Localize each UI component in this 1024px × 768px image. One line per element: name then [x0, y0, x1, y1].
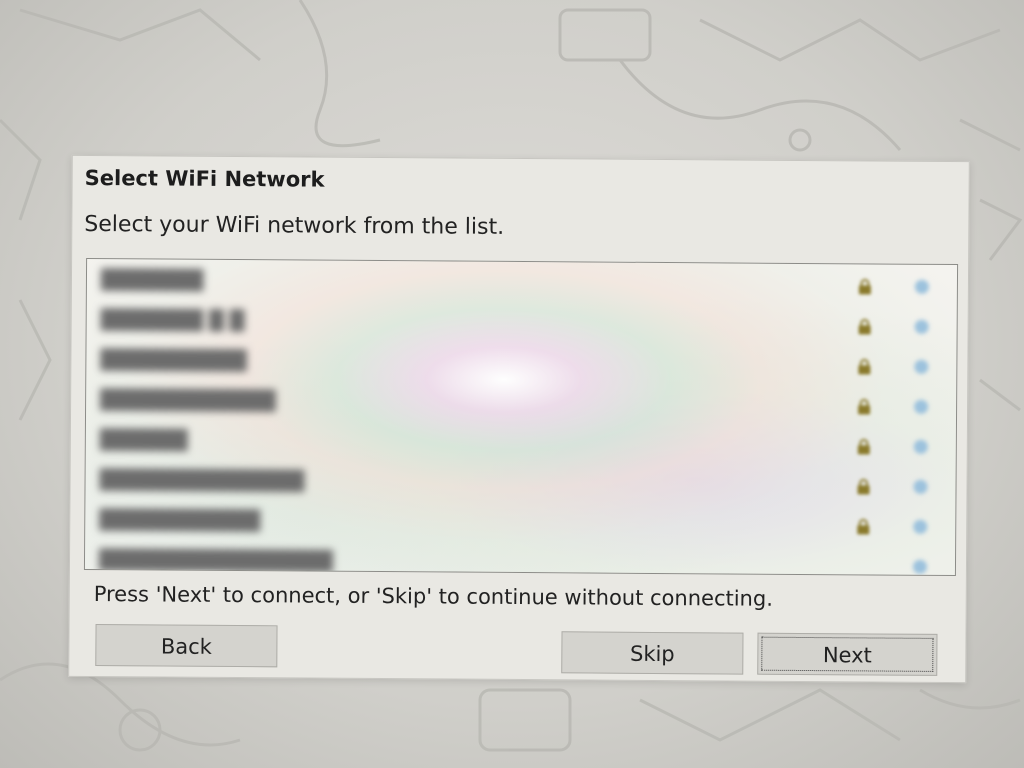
wifi-signal-icon — [913, 519, 928, 534]
wifi-signal-icon — [914, 319, 929, 334]
network-row[interactable]: ██████████ — [86, 341, 956, 387]
network-name: ███████ — [100, 269, 204, 292]
wifi-signal-icon — [913, 439, 928, 454]
wifi-signal-icon — [914, 279, 929, 294]
wifi-signal-icon — [912, 559, 928, 574]
wifi-signal-icon — [914, 399, 929, 414]
network-name: ██████ — [99, 429, 188, 452]
skip-button[interactable]: Skip — [561, 631, 744, 675]
network-row[interactable]: ███████ — [87, 261, 957, 307]
network-row[interactable]: ██████████████ — [85, 461, 955, 507]
dialog-title: Select WiFi Network — [84, 165, 325, 192]
network-row[interactable]: ████████████████ — [85, 541, 955, 576]
lock-icon — [857, 478, 870, 495]
lock-icon — [858, 318, 871, 335]
network-row[interactable]: ██████ — [86, 421, 956, 467]
network-name: ██████████ — [100, 349, 247, 373]
network-name: ███████████ — [99, 509, 261, 533]
network-row[interactable]: ███████████ — [85, 501, 955, 547]
wifi-signal-icon — [913, 479, 928, 494]
next-button[interactable]: Next — [757, 632, 938, 676]
network-name: ████████████████ — [98, 549, 333, 573]
back-button[interactable]: Back — [95, 624, 278, 668]
network-row[interactable]: ███████ █ █ — [87, 301, 957, 347]
network-row[interactable]: ████████████ — [86, 381, 956, 427]
lock-icon — [857, 518, 870, 535]
dialog-description: Select your WiFi network from the list. — [84, 211, 505, 240]
lock-icon — [858, 398, 871, 415]
lock-icon — [857, 438, 870, 455]
dialog-hint: Press 'Next' to connect, or 'Skip' to co… — [93, 582, 774, 611]
network-name: ███████ █ █ — [100, 309, 245, 333]
network-name: ████████████ — [100, 389, 276, 413]
wifi-signal-icon — [914, 359, 929, 374]
wifi-dialog: Select WiFi Network Select your WiFi net… — [68, 154, 970, 684]
network-name: ██████████████ — [99, 469, 305, 493]
lock-icon — [858, 278, 871, 295]
lock-icon — [858, 358, 871, 375]
network-list[interactable]: ███████ ███████ █ █ ██████████ █████████… — [83, 257, 959, 577]
